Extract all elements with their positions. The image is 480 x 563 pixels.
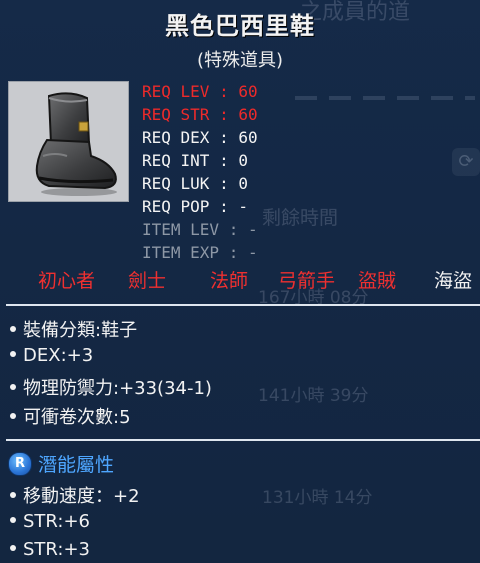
boot-icon [35,92,117,196]
potential-text: STR:+3 [23,539,90,560]
rare-potential-icon: R [8,451,32,476]
potential-line: 移動速度：+2 [10,482,140,508]
stat-text: 裝備分類:鞋子 [23,320,138,341]
bullet-icon [10,545,16,551]
req-row-pop: REQ POP : - [142,197,248,216]
req-label: ITEM LEV [142,220,220,239]
potential-text: 移動速度：+2 [23,486,140,507]
bullet-icon [10,517,16,523]
stat-line-defense: 物理防禦力:+33(34-1) [10,374,212,400]
divider [6,439,480,441]
job-magician: 法師 [210,270,249,292]
background-time-2: 141小時 39分 [258,386,369,406]
item-tooltip: 之成員的道 ⟳ 剩餘時間 167小時 08分 141小時 39分 131小時 1… [0,0,480,563]
req-row-dex: REQ DEX : 60 [142,128,258,147]
bullet-icon [10,384,16,390]
potential-header: R 潛能屬性 [8,450,114,476]
req-label: REQ LEV [142,82,210,101]
job-beginner: 初心者 [38,270,96,292]
req-row-item-lev: ITEM LEV : - [142,220,258,239]
req-row-item-exp: ITEM EXP : - [142,243,258,262]
stat-line-category: 裝備分類:鞋子 [10,316,137,342]
job-pirate: 海盜 [434,270,473,292]
potential-line: STR:+3 [10,539,90,560]
req-row-lev: REQ LEV : 60 [142,82,258,101]
stat-text: 可衝卷次數:5 [23,407,131,428]
bullet-icon [10,413,16,419]
req-label: REQ LUK [142,174,210,193]
req-label: REQ DEX [142,128,210,147]
req-value: 0 [238,151,248,170]
potential-text: STR:+6 [23,511,90,532]
stat-text: DEX:+3 [23,345,94,366]
req-value: 60 [238,128,258,147]
bullet-icon [10,351,16,357]
job-bowman: 弓箭手 [278,270,336,292]
req-value: 60 [238,105,258,124]
req-label: REQ STR [142,105,210,124]
potential-line: STR:+6 [10,511,90,532]
req-label: REQ POP [142,197,210,216]
req-value: - [247,243,258,262]
req-row-luk: REQ LUK : 0 [142,174,248,193]
potential-title: 潛能屬性 [38,454,115,476]
bullet-icon [10,326,16,332]
req-value: 0 [238,174,248,193]
req-row-int: REQ INT : 0 [142,151,248,170]
item-icon-frame [8,81,129,202]
req-row-str: REQ STR : 60 [142,105,258,124]
job-warrior: 劍士 [128,270,167,292]
job-restrictions: 初心者 劍士 法師 弓箭手 盜賊 海盜 [0,266,480,296]
item-name: 黑色巴西里鞋 [165,12,315,40]
item-type: (特殊道具) [196,50,284,71]
stat-line-upgrades: 可衝卷次數:5 [10,403,131,429]
background-refresh-icon: ⟳ [452,148,480,176]
stat-line-dex: DEX:+3 [10,345,93,366]
job-thief: 盜賊 [358,270,397,292]
req-value: - [238,197,248,216]
background-time-3: 131小時 14分 [262,488,373,508]
background-progress-bar [295,96,475,100]
req-label: ITEM EXP [142,243,220,262]
divider [6,304,480,306]
req-value: - [247,220,258,239]
requirements-list: REQ LEV : 60 REQ STR : 60 REQ DEX : 60 R… [142,80,258,264]
req-label: REQ INT [142,151,210,170]
stat-text: 物理防禦力:+33(34-1) [23,378,212,399]
bullet-icon [10,492,16,498]
background-remaining-time-label: 剩餘時間 [262,207,339,229]
req-value: 60 [238,82,258,101]
